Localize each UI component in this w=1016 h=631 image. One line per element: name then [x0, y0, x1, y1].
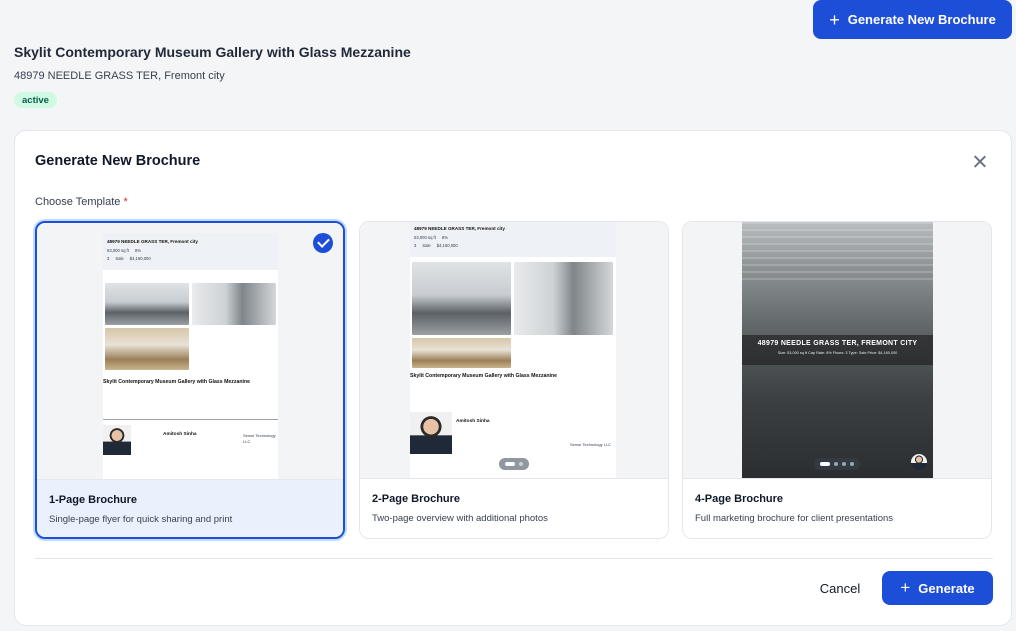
preview-photo: [412, 262, 511, 335]
agent-avatar: [911, 454, 927, 470]
template-footer: 4-Page Brochure Full marketing brochure …: [683, 478, 991, 538]
preview-agent-name: Amitosh Sinha: [163, 432, 197, 437]
preview-agent: Amitosh Sinha: [456, 418, 490, 425]
preview-company: Sense Technology LLC: [243, 433, 276, 444]
preview-photo: [105, 328, 189, 370]
preview-listing-title: Skylit Contemporary Museum Gallery with …: [103, 379, 251, 385]
preview-size: 53,000 sq ft: [107, 248, 129, 253]
generate-new-brochure-button[interactable]: + Generate New Brochure: [813, 0, 1012, 39]
agent-avatar: [103, 425, 131, 455]
page-indicator-dots[interactable]: [814, 458, 860, 470]
preview-floors: 3: [414, 243, 417, 248]
preview-size: 53,000 sq ft: [414, 235, 436, 240]
preview-cap-rate: 8%: [134, 248, 141, 253]
template-footer: 2-Page Brochure Two-page overview with a…: [360, 478, 668, 538]
template-preview-2-page: 48979 NEEDLE GRASS TER, Fremont city 53,…: [360, 222, 668, 478]
preview-company: Sense Technology LLC: [570, 442, 612, 447]
preview-photo: [192, 283, 276, 325]
required-marker: *: [123, 196, 128, 208]
brochure-page-preview: 48979 NEEDLE GRASS TER, Fremont city 53,…: [103, 233, 278, 479]
brochure-page-preview: 48979 NEEDLE GRASS TER, Fremont city 53,…: [410, 222, 616, 478]
preview-address: 48979 NEEDLE GRASS TER, Fremont city: [107, 239, 198, 244]
generate-new-brochure-label: Generate New Brochure: [847, 12, 996, 27]
preview-header: 48979 NEEDLE GRASS TER, Fremont city 53,…: [103, 233, 278, 270]
selected-check-icon: [313, 233, 333, 253]
template-card-4-page[interactable]: 48979 NEEDLE GRASS TER, FREMONT CITY Siz…: [682, 221, 992, 539]
preview-photo: [514, 262, 613, 335]
preview-cap-rate: 8%: [441, 235, 448, 240]
template-description: Single-page flyer for quick sharing and …: [49, 514, 233, 525]
plus-icon: +: [900, 578, 911, 597]
cover-stats: Size: 53,000 sq ft Cap Rate: 8% Floors: …: [777, 351, 898, 355]
template-description: Two-page overview with additional photos: [372, 513, 548, 524]
page-indicator-dots[interactable]: [499, 458, 529, 470]
preview-agent-name: Amitosh Sinha: [456, 419, 490, 424]
template-footer: 1-Page Brochure Single-page flyer for qu…: [37, 479, 343, 537]
generate-brochure-modal: Generate New Brochure Choose Template * …: [14, 130, 1012, 626]
modal-title: Generate New Brochure: [35, 153, 201, 169]
cover-address: 48979 NEEDLE GRASS TER, FREMONT CITY: [757, 340, 918, 347]
preview-listing-title: Skylit Contemporary Museum Gallery with …: [410, 373, 558, 379]
template-name: 4-Page Brochure: [695, 493, 784, 505]
preview-header: 48979 NEEDLE GRASS TER, Fremont city 53,…: [410, 222, 616, 257]
template-description: Full marketing brochure for client prese…: [695, 513, 894, 524]
preview-divider: [103, 419, 278, 420]
preview-price: $4,160,000: [129, 256, 151, 261]
template-name: 1-Page Brochure: [49, 494, 138, 506]
template-card-2-page[interactable]: 48979 NEEDLE GRASS TER, Fremont city 53,…: [359, 221, 669, 539]
agent-avatar: [410, 412, 452, 454]
plus-icon: +: [829, 9, 840, 30]
choose-template-text: Choose Template: [35, 196, 121, 208]
preview-photo: [412, 338, 511, 368]
preview-address: 48979 NEEDLE GRASS TER, Fremont city: [414, 226, 505, 231]
preview-photo: [105, 283, 189, 325]
property-address: 48979 NEEDLE GRASS TER, Fremont city: [14, 70, 225, 82]
brochure-cover-photo: 48979 NEEDLE GRASS TER, FREMONT CITY Siz…: [742, 222, 933, 478]
template-preview-1-page: 48979 NEEDLE GRASS TER, Fremont city 53,…: [37, 223, 343, 479]
choose-template-label: Choose Template *: [35, 196, 128, 208]
cover-band: 48979 NEEDLE GRASS TER, FREMONT CITY Siz…: [742, 335, 933, 365]
property-title: Skylit Contemporary Museum Gallery with …: [14, 44, 411, 60]
status-badge: active: [14, 92, 57, 108]
preview-price: $4,160,000: [436, 243, 458, 248]
cancel-button[interactable]: Cancel: [811, 572, 869, 604]
preview-agent: Amitosh Sinha: [163, 431, 197, 438]
footer-divider: [35, 558, 993, 559]
template-card-1-page[interactable]: 48979 NEEDLE GRASS TER, Fremont city 53,…: [35, 221, 345, 539]
generate-label: Generate: [918, 580, 975, 596]
template-preview-4-page: 48979 NEEDLE GRASS TER, FREMONT CITY Siz…: [683, 222, 991, 478]
close-icon[interactable]: [971, 153, 989, 171]
preview-type: Sale: [115, 256, 124, 261]
template-name: 2-Page Brochure: [372, 493, 461, 505]
generate-button[interactable]: + Generate: [882, 571, 993, 605]
preview-floors: 3: [107, 256, 110, 261]
preview-type: Sale: [422, 243, 431, 248]
